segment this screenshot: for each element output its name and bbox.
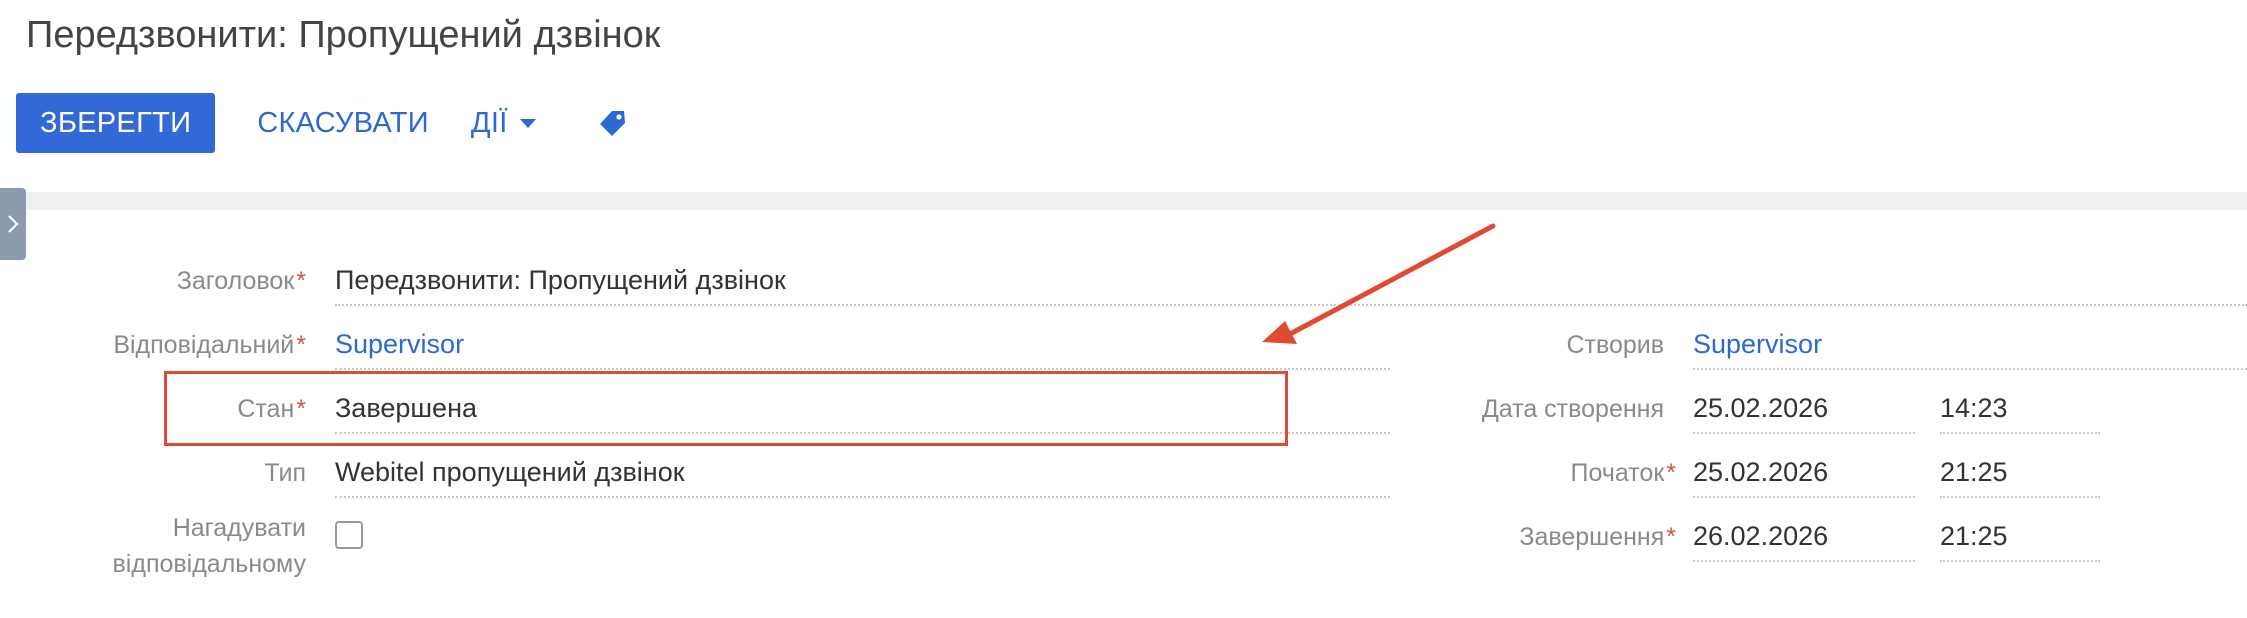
start-time[interactable]: 21:25 [1940,457,2008,488]
title-field-value[interactable]: Передзвонити: Пропущений дзвінок [335,265,786,296]
remind-checkbox[interactable] [335,521,363,549]
type-field-underline [335,496,1390,498]
start-date-underline [1693,496,1915,498]
type-field-value[interactable]: Webitel пропущений дзвінок [335,457,685,488]
end-time-underline [1940,560,2100,562]
title-field-label: Заголовок* [176,267,306,295]
tag-button[interactable] [598,108,628,138]
type-field-label: Тип [264,459,306,487]
end-label: Завершення* [1519,523,1676,551]
owner-field-underline [335,368,1390,370]
owner-field-value[interactable]: Supervisor [335,329,464,360]
created-on-date[interactable]: 25.02.2026 [1693,393,1828,424]
required-mark: * [296,267,306,295]
created-on-label: Дата створення [1481,395,1664,423]
created-on-time-underline [1940,432,2100,434]
chevron-down-icon [519,118,536,128]
title-field-underline [335,304,2247,306]
chevron-right-icon [8,215,19,233]
toolbar: ЗБЕРЕГТИ СКАСУВАТИ ДІЇ [16,93,628,153]
created-by-underline [1693,368,2247,370]
header-divider [0,192,2247,210]
required-mark: * [296,331,306,359]
end-time[interactable]: 21:25 [1940,521,2008,552]
created-by-label: Створив [1566,331,1664,359]
start-time-underline [1940,496,2100,498]
side-panel-toggle[interactable] [0,188,26,260]
start-label: Початок* [1570,459,1676,487]
required-mark: * [1666,523,1676,551]
end-date[interactable]: 26.02.2026 [1693,521,1828,552]
start-date[interactable]: 25.02.2026 [1693,457,1828,488]
created-on-time[interactable]: 14:23 [1940,393,2008,424]
created-by-value[interactable]: Supervisor [1693,329,1822,360]
tag-icon [599,111,625,136]
actions-dropdown[interactable]: ДІЇ [471,107,536,140]
owner-field-label: Відповідальний* [113,331,306,359]
cancel-button[interactable]: СКАСУВАТИ [257,107,429,140]
annotation-highlight-box [164,371,1288,446]
actions-label: ДІЇ [470,106,508,139]
created-on-date-underline [1693,432,1915,434]
required-mark: * [1666,459,1676,487]
remind-field-label: Нагадувати відповідальному [112,514,306,578]
end-date-underline [1693,560,1915,562]
page-title: Передзвонити: Пропущений дзвінок [26,14,661,56]
save-button[interactable]: ЗБЕРЕГТИ [16,93,216,153]
